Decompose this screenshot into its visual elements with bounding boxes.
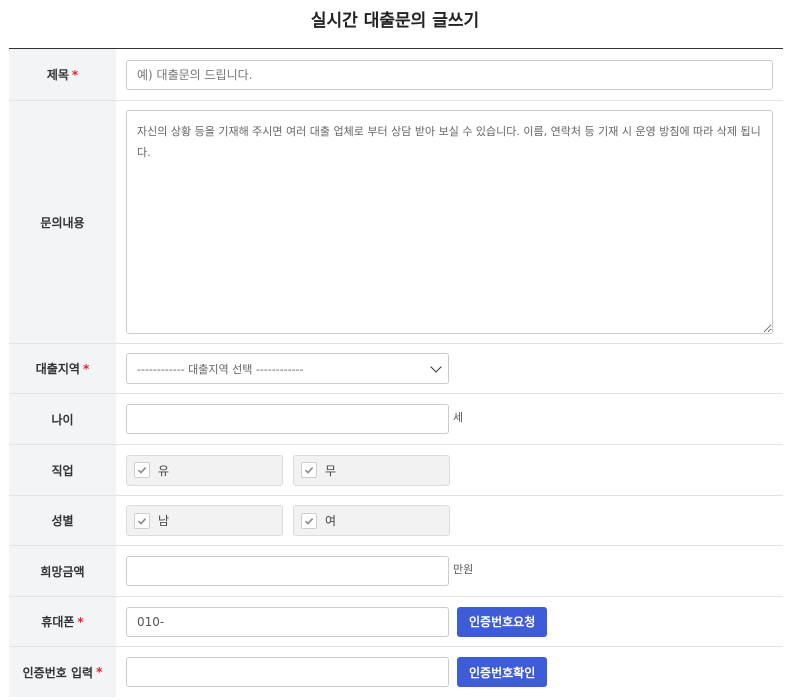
job-label: 직업: [9, 445, 116, 495]
content-label: 문의내용: [9, 101, 116, 343]
phone-input[interactable]: [126, 606, 449, 637]
row-content: 문의내용: [9, 101, 783, 344]
confirm-code-button[interactable]: 인증번호확인: [457, 657, 548, 687]
required-mark: *: [77, 614, 84, 629]
row-title: 제목 *: [9, 49, 783, 101]
row-phone: 휴대폰* 인증번호요청: [9, 597, 783, 647]
request-code-button[interactable]: 인증번호요청: [457, 606, 548, 637]
age-label: 나이: [9, 394, 116, 444]
amount-input[interactable]: [126, 556, 449, 586]
phone-label: 휴대폰 *: [9, 597, 116, 646]
verify-code-input[interactable]: [126, 657, 449, 687]
gender-option-female[interactable]: 여: [293, 505, 450, 536]
check-icon: [134, 512, 150, 529]
verify-label: 인증번호 입력 *: [9, 647, 116, 697]
check-icon: [134, 462, 150, 478]
check-icon: [301, 462, 317, 478]
region-select[interactable]: ------------ 대출지역 선택 ------------: [126, 353, 449, 384]
row-age: 나이 세: [9, 394, 783, 445]
title-input[interactable]: [126, 59, 773, 90]
title-label: 제목 *: [9, 49, 116, 100]
check-icon: [301, 512, 317, 529]
row-gender: 성별 남 여: [9, 496, 783, 546]
region-label: 대출지역 *: [9, 344, 116, 393]
age-input[interactable]: [126, 404, 449, 434]
job-option-yes[interactable]: 유: [126, 454, 283, 486]
chevron-down-icon: [430, 361, 442, 373]
required-mark: *: [71, 67, 79, 82]
required-mark: *: [96, 665, 103, 679]
amount-unit: 만원: [453, 563, 474, 576]
amount-label: 희망금액: [9, 546, 116, 596]
row-amount: 희망금액 만원: [9, 546, 783, 597]
job-option-no[interactable]: 무: [293, 454, 450, 486]
inquiry-form: 제목* 문의내용 대출지역* ------------ 대출지역 선택 ----…: [9, 48, 783, 697]
content-textarea[interactable]: [126, 110, 773, 334]
row-verify: 인증번호 입력 * 인증번호확인: [9, 647, 783, 697]
row-region: 대출지역 * ------------ 대출지역 선택 ------------: [9, 344, 783, 394]
region-select-value: ------------ 대출지역 선택 ------------: [137, 362, 304, 376]
gender-option-male[interactable]: 남: [126, 505, 283, 536]
required-mark: *: [82, 361, 90, 376]
row-job: 직업 유 무: [9, 445, 783, 496]
page-title: 실시간 대출문의 글쓰기: [310, 11, 480, 31]
gender-label: 성별: [9, 496, 116, 545]
age-unit: 세: [453, 411, 464, 424]
